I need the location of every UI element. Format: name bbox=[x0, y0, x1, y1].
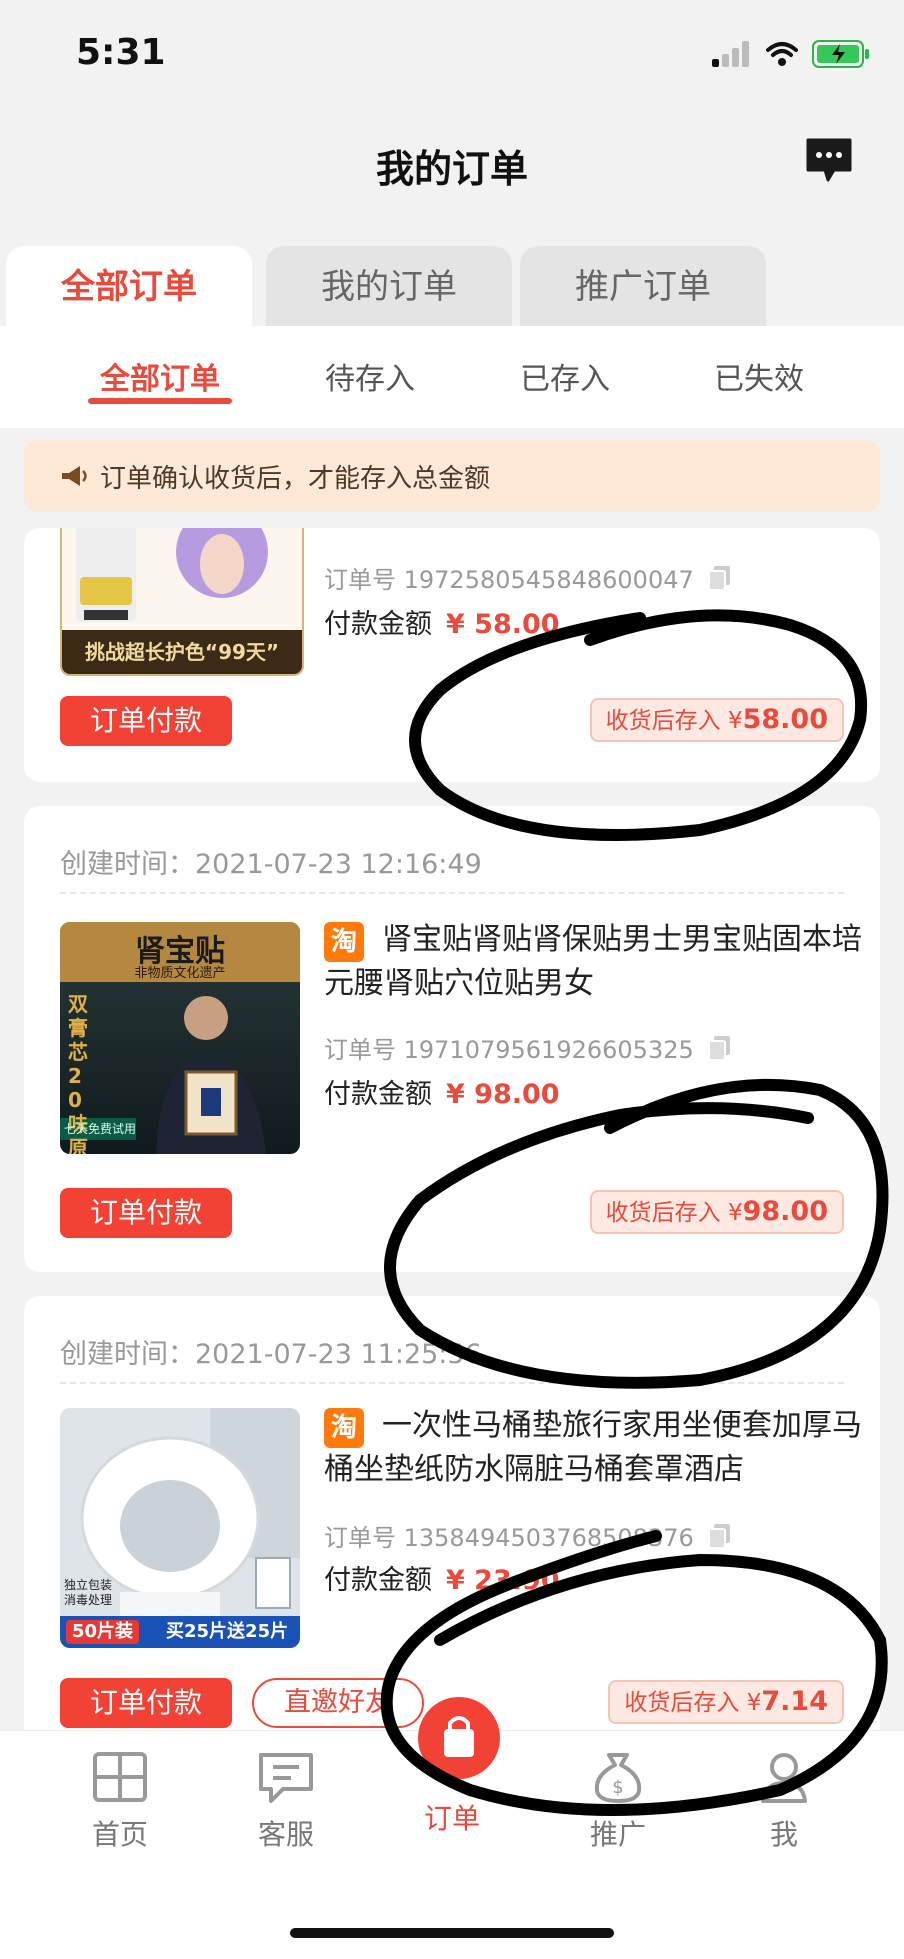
paid-amount: ¥ 23.90 bbox=[446, 1565, 560, 1596]
paid-amount: ¥ 98.00 bbox=[446, 1079, 560, 1110]
bottom-nav-home[interactable]: 首页 bbox=[60, 1751, 180, 1853]
tab-all-orders[interactable]: 全部订单 bbox=[6, 246, 252, 328]
store-after-receipt-badge: 收货后存入 ¥7.14 bbox=[608, 1680, 844, 1724]
page-title: 我的订单 bbox=[375, 147, 528, 191]
divider bbox=[60, 892, 844, 894]
bottom-nav-label: 我 bbox=[769, 1818, 798, 1851]
created-time: 创建时间：2021-07-23 11:25:56 bbox=[60, 1339, 482, 1370]
status-time: 5:31 bbox=[76, 32, 166, 73]
pay-order-button[interactable]: 订单付款 bbox=[60, 1678, 232, 1728]
money-bag-icon: $ bbox=[594, 1753, 642, 1803]
active-tab-underline bbox=[88, 398, 232, 404]
person-icon bbox=[761, 1753, 807, 1803]
status-filter-tabs: 全部订单 待存入 已存入 已失效 bbox=[0, 326, 904, 428]
order-number-text: 订单号 1972580545848600047 bbox=[324, 566, 694, 594]
bottom-nav-label: 订单 bbox=[423, 1802, 480, 1835]
product-title[interactable]: 一次性马桶垫旅行家用坐便套加厚马桶坐垫纸防水隔脏马桶套罩酒店 bbox=[324, 1404, 864, 1492]
bottom-nav-orders-bubble[interactable] bbox=[418, 1697, 500, 1779]
image-corner-text: 独立包装 消毒处理 bbox=[64, 1578, 113, 1607]
subtab-all[interactable]: 全部订单 bbox=[100, 354, 220, 398]
bottom-nav-me[interactable]: 我 bbox=[724, 1751, 844, 1853]
wifi-icon bbox=[766, 42, 798, 66]
copy-icon[interactable] bbox=[707, 1523, 732, 1549]
paid-amount-row: 付款金额 ¥ 58.00 bbox=[324, 602, 560, 641]
copy-icon[interactable] bbox=[707, 565, 732, 591]
toilet-seat-image bbox=[60, 1408, 300, 1648]
subtab-expired[interactable]: 已失效 bbox=[714, 354, 804, 398]
created-time: 创建时间：2021-07-23 12:16:49 bbox=[60, 849, 482, 880]
store-label: 收货后存入 ¥ bbox=[605, 1200, 743, 1226]
store-after-receipt-badge: 收货后存入 ¥58.00 bbox=[589, 698, 844, 742]
divider bbox=[60, 1382, 844, 1384]
subtab-pending[interactable]: 待存入 bbox=[325, 354, 415, 398]
order-card: 挑战超长护色“99天” 订单号 1972580545848600047 付款金额… bbox=[24, 528, 880, 782]
order-number-text: 订单号 1971079561926605325 bbox=[324, 1036, 694, 1064]
notice-banner: 订单确认收货后，才能存入总金额 bbox=[24, 440, 880, 512]
signal-icon bbox=[712, 41, 749, 67]
horn-icon bbox=[62, 466, 87, 486]
product-title[interactable]: 肾宝贴肾贴肾保贴男士男宝贴固本培元腰肾贴穴位贴男女 bbox=[324, 918, 864, 1006]
home-indicator bbox=[290, 1928, 614, 1938]
bottom-nav-label: 首页 bbox=[91, 1818, 148, 1851]
paid-amount: ¥ 58.00 bbox=[446, 609, 560, 640]
bottom-nav-promote[interactable]: $ 推广 bbox=[558, 1751, 678, 1853]
store-label: 收货后存入 ¥ bbox=[624, 1690, 762, 1716]
status-icons bbox=[712, 40, 870, 68]
product-image: 挑战超长护色“99天” bbox=[60, 528, 304, 676]
bottom-nav-label: 推广 bbox=[589, 1818, 646, 1851]
svg-text:$: $ bbox=[612, 1777, 623, 1798]
bottom-nav-service[interactable]: 客服 bbox=[226, 1751, 346, 1853]
paid-label: 付款金额 bbox=[324, 1079, 432, 1110]
chat-icon bbox=[259, 1753, 313, 1803]
order-number: 订单号 1972580545848600047 bbox=[324, 560, 732, 595]
paid-label: 付款金额 bbox=[324, 609, 432, 640]
order-number: 订单号 1971079561926605325 bbox=[324, 1030, 732, 1065]
order-type-tabs: 全部订单 我的订单 推广订单 bbox=[0, 246, 904, 328]
order-number: 订单号 1358494503768508376 bbox=[324, 1518, 732, 1553]
tab-promo-orders[interactable]: 推广订单 bbox=[520, 246, 766, 328]
store-label: 收货后存入 ¥ bbox=[605, 708, 743, 734]
invite-friend-button[interactable]: 直邀好友 bbox=[252, 1678, 424, 1728]
paid-amount-row: 付款金额 ¥ 98.00 bbox=[324, 1072, 560, 1111]
order-number-text: 订单号 1358494503768508376 bbox=[324, 1524, 694, 1552]
image-tag-offer: 买25片送25片 bbox=[166, 1621, 289, 1642]
product-image: 独立包装 消毒处理 50片装 买25片送25片 bbox=[60, 1408, 300, 1648]
paid-amount-row: 付款金额 ¥ 23.90 bbox=[324, 1558, 560, 1597]
order-card: 创建时间：2021-07-23 12:16:49 肾宝贴 非物质文化遗产 双膏芯… bbox=[24, 806, 880, 1272]
pay-order-button[interactable]: 订单付款 bbox=[60, 1188, 232, 1238]
grid-icon bbox=[93, 1752, 147, 1802]
paid-label: 付款金额 bbox=[324, 1565, 432, 1596]
status-bar: 5:31 bbox=[0, 0, 904, 110]
order-card: 创建时间：2021-07-23 11:25:56 独立包装 消毒处理 50片装 … bbox=[24, 1296, 880, 1756]
notice-text: 订单确认收货后，才能存入总金额 bbox=[100, 463, 491, 494]
store-amount: 7.14 bbox=[761, 1686, 828, 1717]
nav-bar: 我的订单 bbox=[0, 110, 904, 220]
product-image: 肾宝贴 非物质文化遗产 双膏芯20味原料 七天免费试用 bbox=[60, 922, 300, 1154]
bag-icon bbox=[444, 1716, 474, 1757]
battery-icon bbox=[812, 40, 869, 68]
image-subline: 非物质文化遗产 bbox=[134, 966, 226, 981]
subtab-stored[interactable]: 已存入 bbox=[520, 354, 610, 398]
bottom-nav: 首页 客服 订单 $ 推广 我 bbox=[0, 1697, 904, 1959]
store-amount: 98.00 bbox=[742, 1196, 828, 1227]
copy-icon[interactable] bbox=[707, 1035, 732, 1061]
image-trial-text: 七天免费试用 bbox=[64, 1122, 137, 1136]
bottom-nav-orders[interactable]: 订单 bbox=[392, 1791, 512, 1837]
tab-my-orders[interactable]: 我的订单 bbox=[266, 246, 512, 328]
store-amount: 58.00 bbox=[742, 704, 828, 735]
bottom-nav-label: 客服 bbox=[257, 1818, 314, 1851]
pay-order-button[interactable]: 订单付款 bbox=[60, 696, 232, 746]
message-icon[interactable] bbox=[804, 136, 854, 186]
image-caption: 挑战超长护色“99天” bbox=[62, 630, 302, 674]
image-tag-quantity: 50片装 bbox=[66, 1620, 140, 1644]
store-after-receipt-badge: 收货后存入 ¥98.00 bbox=[589, 1190, 844, 1234]
